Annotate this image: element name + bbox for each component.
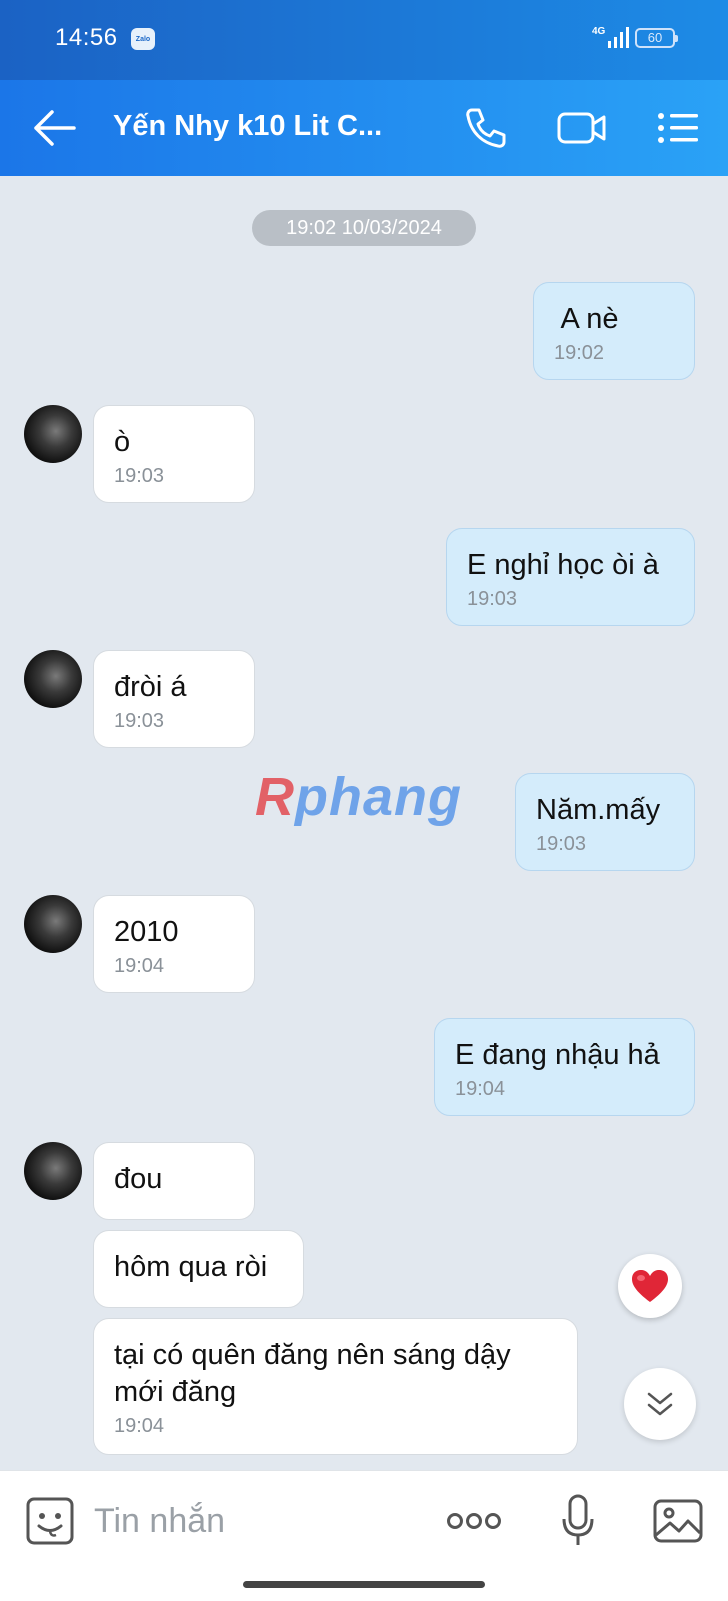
- zalo-app-icon: Zalo: [131, 28, 155, 50]
- message-text: A nè: [554, 303, 619, 335]
- message-bubble-incoming[interactable]: 2010 19:04: [93, 895, 255, 993]
- message-bubble-outgoing[interactable]: Năm.mấy 19:03: [515, 773, 695, 871]
- network-type-label: 4G: [592, 26, 606, 37]
- chat-title[interactable]: Yến Nhy k10 Lit C...: [113, 110, 413, 143]
- image-gallery-icon[interactable]: [652, 1497, 704, 1545]
- menu-list-icon[interactable]: [656, 104, 702, 152]
- message-time: 19:03: [114, 465, 165, 487]
- battery-level: 60: [647, 30, 663, 45]
- message-time: 19:04: [114, 1415, 165, 1437]
- message-input-bar: [0, 1470, 728, 1601]
- heart-icon: [632, 1270, 668, 1302]
- microphone-icon[interactable]: [560, 1493, 596, 1549]
- watermark-logo: Rphang: [255, 766, 462, 828]
- home-indicator[interactable]: [243, 1581, 485, 1588]
- message-time: 19:03: [536, 833, 587, 855]
- sticker-emoji-icon[interactable]: [24, 1495, 76, 1547]
- message-bubble-incoming[interactable]: ò 19:03: [93, 405, 255, 503]
- phone-call-icon[interactable]: [462, 104, 510, 152]
- message-input[interactable]: [94, 1499, 414, 1543]
- status-time: 14:56: [55, 24, 118, 51]
- watermark-letter: R: [255, 767, 295, 827]
- message-text: E đang nhậu hả: [455, 1039, 660, 1071]
- scroll-to-bottom-button[interactable]: [624, 1368, 696, 1440]
- message-bubble-incoming[interactable]: đròi á 19:03: [93, 650, 255, 748]
- message-bubble-incoming[interactable]: hôm qua ròi: [93, 1230, 304, 1308]
- message-text: ò: [114, 426, 131, 458]
- message-bubble-incoming[interactable]: đou: [93, 1142, 255, 1220]
- date-separator: 19:02 10/03/2024: [252, 210, 476, 246]
- back-arrow-icon[interactable]: [32, 108, 78, 148]
- more-options-icon[interactable]: [446, 1507, 502, 1535]
- battery-icon: 60: [635, 28, 678, 48]
- video-call-icon[interactable]: [556, 104, 608, 152]
- message-bubble-incoming[interactable]: tại có quên đăng nên sáng dậy mới đăng 1…: [93, 1318, 578, 1455]
- message-bubble-outgoing[interactable]: E đang nhậu hả 19:04: [434, 1018, 695, 1116]
- message-text: đou: [114, 1163, 163, 1195]
- message-text: hôm qua ròi: [114, 1251, 268, 1283]
- chat-header: Yến Nhy k10 Lit C...: [0, 80, 728, 176]
- watermark-text: phang: [295, 767, 462, 827]
- message-text: 2010: [114, 916, 179, 948]
- contact-avatar[interactable]: [24, 405, 82, 463]
- message-text: Năm.mấy: [536, 794, 661, 826]
- message-time: 19:04: [455, 1078, 506, 1100]
- message-text: E nghỉ học òi à: [467, 549, 659, 581]
- message-time: 19:02: [554, 342, 605, 364]
- heart-reaction-button[interactable]: [618, 1254, 682, 1318]
- message-time: 19:04: [114, 955, 165, 977]
- contact-avatar[interactable]: [24, 1142, 82, 1200]
- message-time: 19:03: [467, 588, 518, 610]
- message-bubble-outgoing[interactable]: A nè 19:02: [533, 282, 695, 380]
- message-time: 19:03: [114, 710, 165, 732]
- contact-avatar[interactable]: [24, 895, 82, 953]
- double-chevron-down-icon: [647, 1392, 673, 1416]
- message-text: đròi á: [114, 671, 187, 703]
- signal-icon: [608, 27, 629, 48]
- status-bar: 14:56 Zalo 4G 60: [0, 0, 728, 80]
- message-text: tại có quên đăng nên sáng dậy mới đăng: [114, 1339, 511, 1408]
- message-bubble-outgoing[interactable]: E nghỉ học òi à 19:03: [446, 528, 695, 626]
- contact-avatar[interactable]: [24, 650, 82, 708]
